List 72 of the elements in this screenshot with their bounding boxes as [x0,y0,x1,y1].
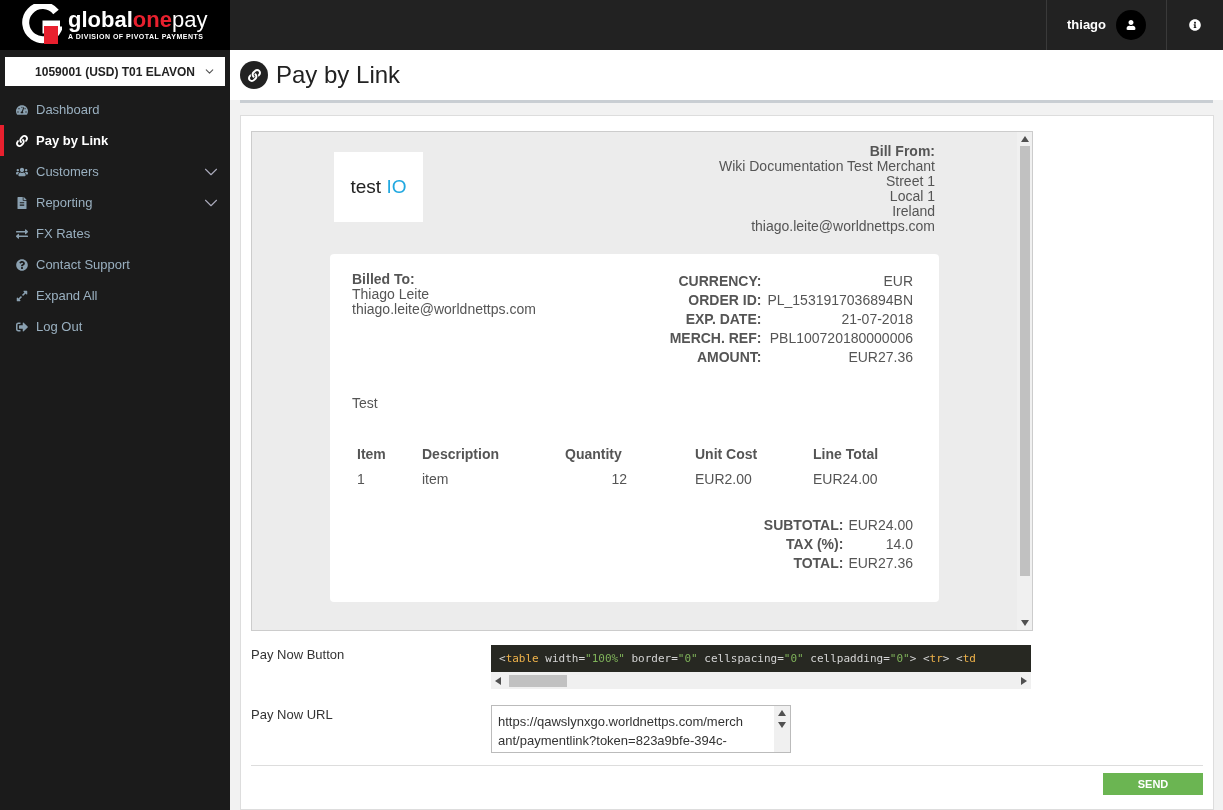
sidebar-item[interactable]: Customers [0,156,230,187]
document-icon [16,196,28,209]
scroll-up-arrow-icon[interactable] [1020,136,1029,142]
brand-name: globalonepay [68,7,208,32]
table-cell-text: item [422,470,450,489]
column-header: Quantity [565,445,623,464]
detail-label: EXP. DATE: [684,310,762,329]
help-icon [16,258,28,271]
merchant-logo: test IO [334,152,423,222]
sidebar-item[interactable]: Contact Support [0,249,230,280]
scroll-up-arrow-icon[interactable] [778,710,786,716]
scroll-down-arrow-icon[interactable] [1020,620,1029,626]
detail-value: PBL100720180000006 [768,329,913,348]
customer-line: thiago.leite@worldnettps.com [352,302,536,317]
link-icon [16,134,28,147]
address-line: Local 1 [889,189,935,204]
address-line: Wiki Documentation Test Merchant [718,159,935,174]
total-value: EUR24.00 [848,516,913,535]
address-line: Street 1 [885,174,935,189]
column-header: Item [357,445,387,464]
gauge-icon [16,103,28,116]
table-cell-text: 12 [610,470,628,489]
sidebar-item[interactable]: Reporting [0,187,230,218]
page-title: Pay by Link [276,60,401,90]
link-icon [240,61,268,89]
username[interactable]: thiago [1067,15,1106,35]
field-label: Pay Now URL [251,706,334,724]
detail-value: 21-07-2018 [840,310,913,329]
customer-line: Thiago Leite [352,287,431,302]
detail-value: EUR [882,272,913,291]
table-cell-text: EUR24.00 [813,470,879,489]
logout-icon [16,320,28,333]
detail-value: PL_1531917036894BN [767,291,913,310]
table-cell-text: 1 [357,470,366,489]
detail-value: EUR27.36 [847,348,913,367]
detail-label: MERCH. REF: [669,329,762,348]
total-label: SUBTOTAL: [763,516,844,535]
bill-from-heading: Bill From: [869,144,935,159]
account-select[interactable]: 1059001 (USD) T01 ELAVON [5,57,225,86]
column-header: Unit Cost [695,445,759,464]
g-logo-icon [22,4,62,46]
sidebar-item[interactable]: Dashboard [0,94,230,125]
sidebar-item[interactable]: Expand All [0,280,230,311]
address-line: thiago.leite@worldnettps.com [751,219,935,234]
sidebar-item[interactable]: Pay by Link [0,125,230,156]
detail-label: ORDER ID: [687,291,762,310]
total-label: TOTAL: [792,554,844,573]
detail-label: CURRENCY: [677,272,762,291]
billed-to-heading: Billed To: [352,272,416,287]
expand-icon [16,289,28,302]
info-icon[interactable] [1189,19,1201,31]
invoice-note: Test [352,394,379,413]
scrollbar-thumb[interactable] [509,674,567,687]
column-header: Description [422,445,500,464]
scroll-down-arrow-icon[interactable] [778,722,786,728]
field-label: Pay Now Button [251,646,346,664]
scroll-left-arrow-icon[interactable] [495,676,501,685]
url-textarea[interactable]: https://qawslynxgo.worldnettps.com/merch ant/paymentlink?token=823a9bfe-394c- [491,705,791,753]
total-label: TAX (%): [785,535,844,554]
sidebar-item[interactable]: FX Rates [0,218,230,249]
total-value: 14.0 [884,535,913,554]
user-avatar-icon[interactable] [1116,10,1146,40]
scrollbar-thumb[interactable] [1019,146,1030,576]
address-line: Ireland [892,204,935,219]
scroll-right-arrow-icon[interactable] [1021,676,1027,685]
detail-label: AMOUNT: [695,348,762,367]
exchange-icon [16,227,28,240]
sidebar-item[interactable]: Log Out [0,311,230,342]
users-icon [16,165,28,178]
column-header: Line Total [813,445,880,464]
table-cell-text: EUR2.00 [695,470,753,489]
total-value: EUR27.36 [848,554,913,573]
